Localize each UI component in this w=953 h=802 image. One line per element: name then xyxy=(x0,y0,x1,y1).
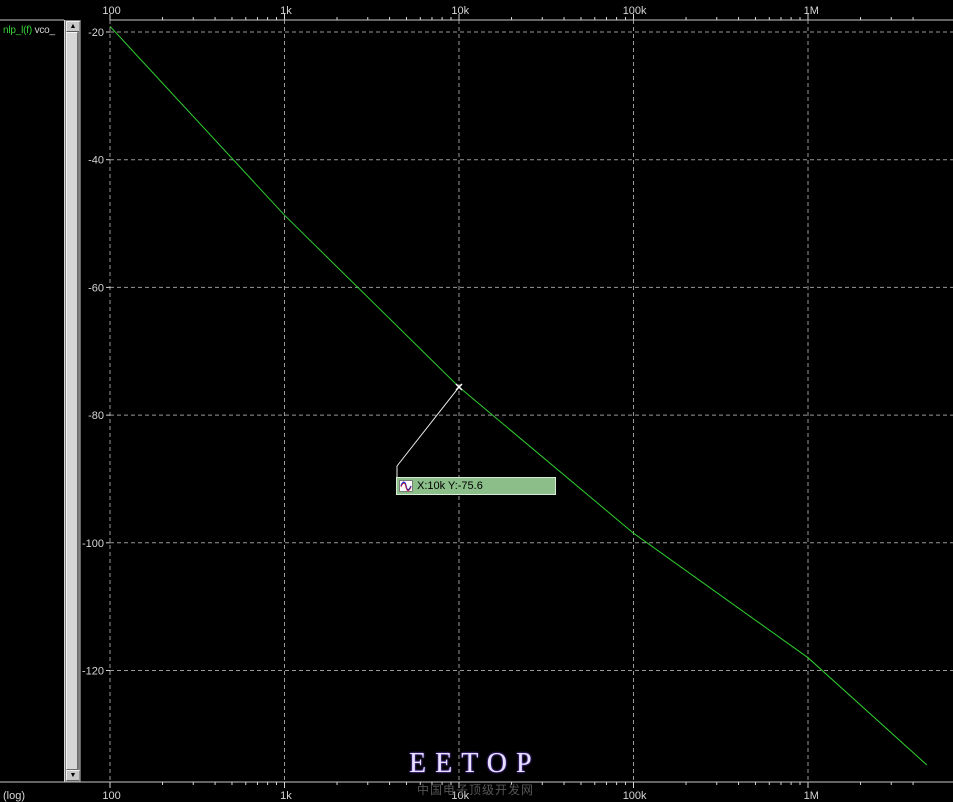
y-tick-label: -120 xyxy=(82,666,104,678)
plot-svg[interactable]: 1001001k1k10k10k100k100k1M1M-20-40-60-80… xyxy=(0,0,953,802)
y-tick-label: -60 xyxy=(88,282,104,294)
waveform-icon xyxy=(399,480,413,492)
watermark-logo: EETOP xyxy=(409,748,541,779)
cursor-leader-line xyxy=(396,386,460,467)
x-tick-label-bottom: 1M xyxy=(804,790,819,802)
x-tick-label-top: 1M xyxy=(804,5,819,17)
series-line[interactable] xyxy=(109,25,928,766)
x-tick-label-bottom: 100 xyxy=(102,790,120,802)
y-tick-label: -80 xyxy=(88,410,104,422)
x-tick-label-top: 100 xyxy=(102,5,120,17)
watermark-subtext: 中国电子顶级开发网 xyxy=(417,783,535,797)
x-tick-label-top: 100k xyxy=(623,5,647,17)
waveform-viewer: nlp_l(f) vco_ ▲ ▼ 100 100 1k 1k 10k 10k 100k 10… xyxy=(0,0,953,802)
y-tick-label: -40 xyxy=(88,155,104,167)
y-tick-label: -100 xyxy=(82,538,104,550)
y-tick-label: -20 xyxy=(88,27,104,39)
x-scale-label: (log) xyxy=(3,790,25,802)
x-tick-label-bottom: 100k xyxy=(623,790,647,802)
x-tick-label-bottom: 1k xyxy=(280,790,292,802)
x-tick-label-top: 1k xyxy=(280,5,292,17)
x-tick-label-top: 10k xyxy=(451,5,469,17)
cursor-readout-box[interactable]: X:10k Y:-75.6 xyxy=(396,477,556,495)
cursor-readout-text: X:10k Y:-75.6 xyxy=(417,480,483,492)
